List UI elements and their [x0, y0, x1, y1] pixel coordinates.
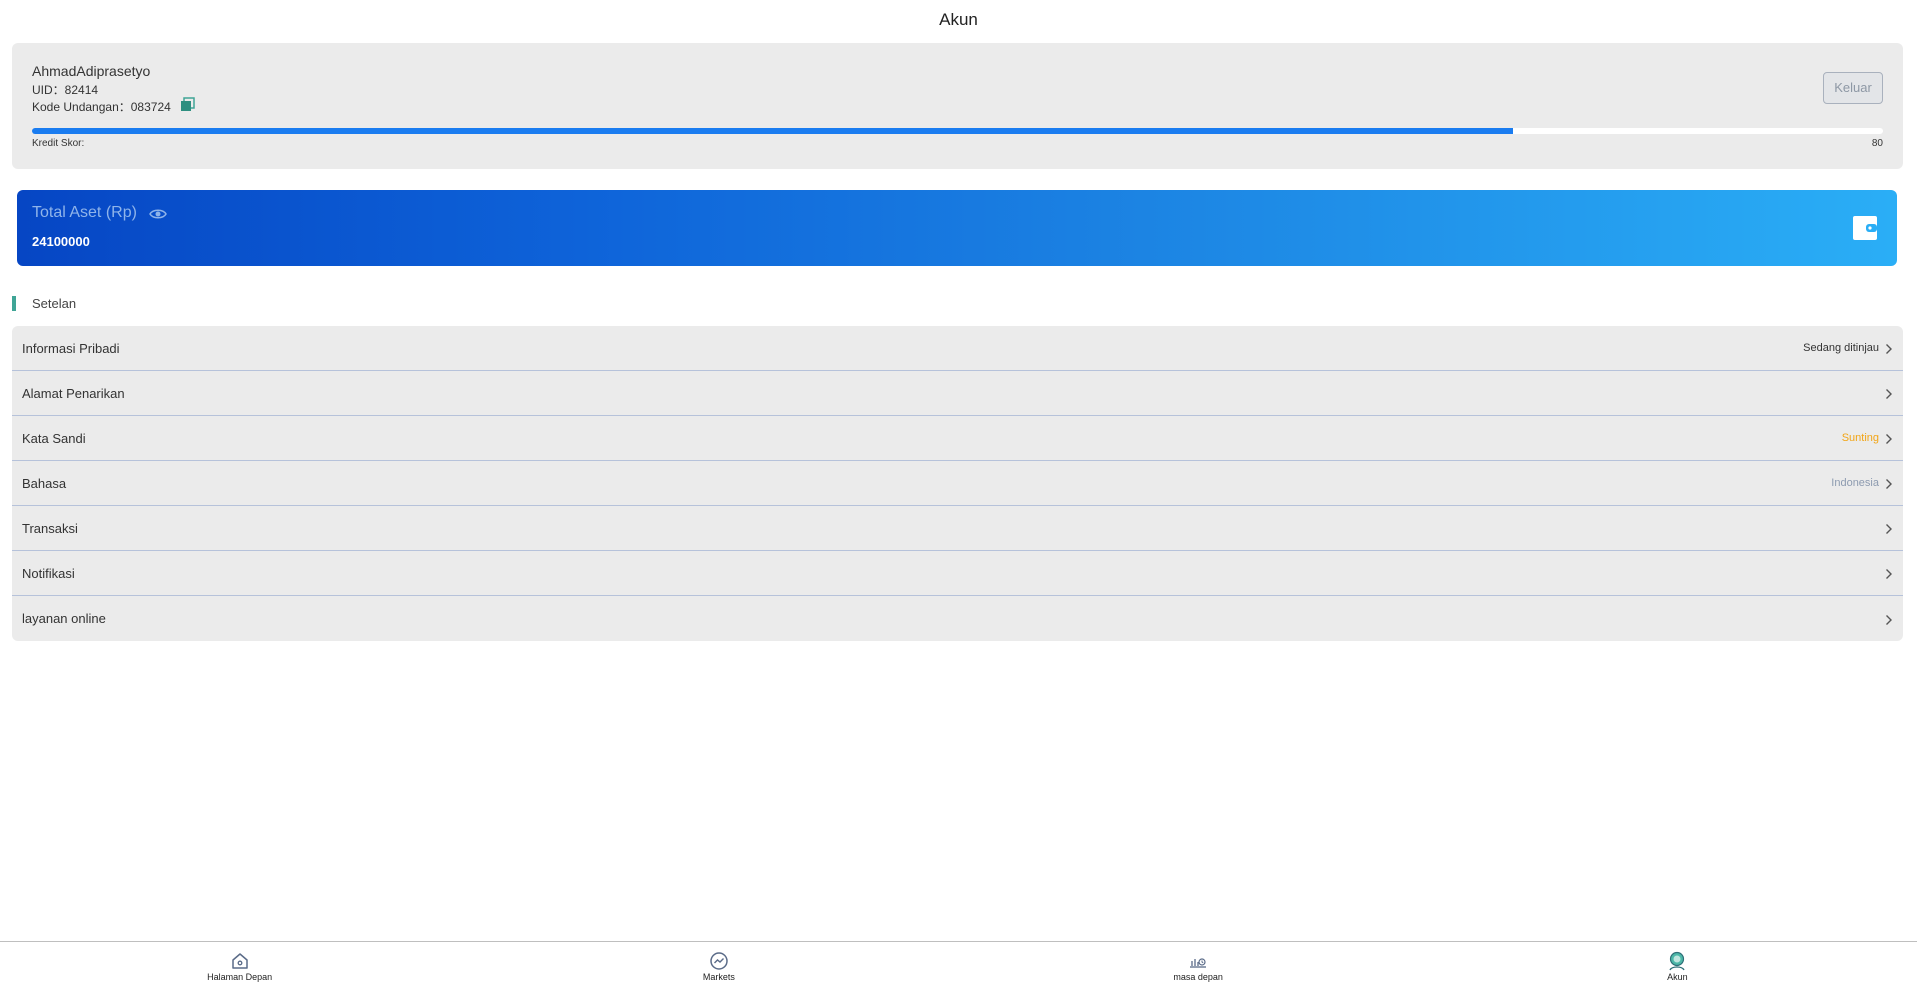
uid-value: 82414 [64, 83, 99, 97]
logout-button[interactable]: Keluar [1823, 72, 1883, 104]
chevron-right-icon [1885, 387, 1893, 399]
nav-item-futures[interactable]: masa depan [959, 942, 1438, 985]
nav-label: masa depan [1173, 972, 1223, 982]
invite-line: Kode Undangan： 083724 [32, 97, 195, 115]
profile-card: AhmadAdiprasetyo UID：82414 Kode Undangan… [12, 43, 1903, 169]
wallet-icon[interactable] [1853, 216, 1877, 240]
chevron-right-icon [1885, 613, 1893, 625]
setting-online-service[interactable]: layanan online [12, 596, 1903, 641]
home-icon [230, 951, 250, 971]
setting-status: Sunting [1841, 432, 1879, 444]
setting-label: layanan online [22, 611, 106, 626]
bottom-nav: Halaman Depan Markets masa depan Akun [0, 941, 1917, 985]
setting-notifications[interactable]: Notifikasi [12, 551, 1903, 596]
nav-item-home[interactable]: Halaman Depan [0, 942, 479, 985]
account-icon [1667, 951, 1687, 971]
total-assets-title: Total Aset (Rp) [32, 204, 137, 221]
chevron-right-icon [1885, 567, 1893, 579]
setting-transactions[interactable]: Transaksi [12, 506, 1903, 551]
credit-score-label: Kredit Skor: [32, 138, 85, 149]
futures-icon [1188, 951, 1208, 971]
setting-status: Indonesia [1831, 477, 1879, 489]
chevron-right-icon [1885, 522, 1893, 534]
total-assets-banner: Total Aset (Rp) 24100000 [17, 190, 1897, 266]
uid-line: UID：82414 [32, 81, 98, 98]
setting-label: Bahasa [22, 475, 67, 491]
invite-label: Kode Undangan： [32, 100, 131, 114]
setting-label: Kata Sandi [22, 430, 86, 446]
nav-item-account[interactable]: Akun [1438, 942, 1917, 985]
chevron-right-icon [1885, 432, 1893, 444]
setting-language[interactable]: Bahasa Indonesia [12, 461, 1903, 506]
setting-password[interactable]: Kata Sandi Sunting [12, 416, 1903, 461]
eye-icon[interactable] [149, 207, 167, 219]
setting-personal-info[interactable]: Informasi Pribadi Sedang ditinjau [12, 326, 1903, 371]
invite-code: 083724 [130, 99, 171, 114]
copy-icon[interactable] [180, 97, 195, 112]
chevron-right-icon [1885, 342, 1893, 354]
nav-label: Halaman Depan [207, 972, 273, 982]
markets-icon [709, 951, 729, 971]
setting-label: Alamat Penarikan [22, 385, 125, 401]
setting-label: Informasi Pribadi [22, 340, 120, 356]
setting-status: Sedang ditinjau [1803, 342, 1879, 354]
setting-withdrawal-address[interactable]: Alamat Penarikan [12, 371, 1903, 416]
chevron-right-icon [1885, 477, 1893, 489]
page-title: Akun [939, 10, 978, 29]
total-assets-title-row: Total Aset (Rp) [32, 204, 167, 222]
total-assets-value: 24100000 [32, 234, 90, 249]
credit-score-fill [32, 128, 1513, 134]
nav-label: Akun [1667, 972, 1688, 982]
username: AhmadAdiprasetyo [32, 63, 151, 79]
setting-label: Notifikasi [22, 565, 75, 581]
nav-label: Markets [702, 972, 735, 982]
credit-score-value: 80 [1871, 138, 1883, 149]
settings-section-header: Setelan [12, 295, 76, 311]
credit-score-bar [32, 128, 1883, 134]
settings-list: Informasi Pribadi Sedang ditinjau Alamat… [12, 326, 1903, 641]
section-accent-bar [12, 295, 16, 311]
nav-item-markets[interactable]: Markets [479, 942, 958, 985]
setting-label: Transaksi [22, 520, 78, 536]
settings-title: Setelan [32, 295, 77, 311]
uid-label: UID： [32, 83, 65, 97]
